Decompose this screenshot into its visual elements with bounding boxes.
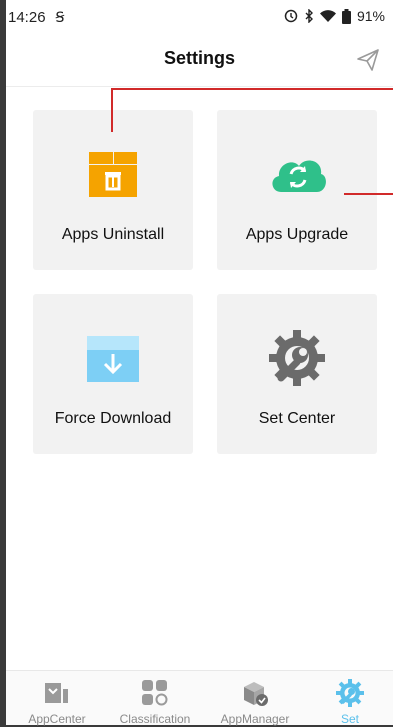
- status-icons: 91%: [284, 8, 385, 24]
- set-center-tile[interactable]: Set Center: [217, 294, 377, 454]
- bluetooth-icon: [305, 9, 313, 23]
- nav-label-classification: Classification: [119, 712, 191, 726]
- send-icon[interactable]: [355, 47, 381, 73]
- page-title: Settings: [163, 48, 235, 68]
- set-gear-wrench-icon: [336, 679, 364, 707]
- annotation-line-right: [344, 193, 393, 195]
- window-frame-left: [0, 0, 6, 727]
- battery-icon: [341, 8, 351, 24]
- nav-item-appcenter[interactable]: AppCenter: [12, 671, 102, 726]
- bottom-nav: AppCenter Classification AppManager Set: [6, 670, 393, 726]
- annotation-line-vertical: [111, 88, 113, 132]
- appcenter-icon: [45, 683, 68, 703]
- annotation-line-top: [111, 88, 393, 90]
- nav-item-set[interactable]: Set: [305, 671, 393, 726]
- wifi-icon: [319, 10, 336, 22]
- app-header: Settings: [6, 34, 393, 87]
- grid-icon: [142, 680, 168, 706]
- nav-item-appmanager[interactable]: AppManager: [210, 671, 300, 726]
- apps-upgrade-label: Apps Upgrade: [245, 226, 349, 243]
- box-check-icon: [244, 682, 268, 706]
- box-trash-icon: [89, 152, 137, 197]
- nav-label-appcenter: AppCenter: [28, 712, 86, 726]
- nav-item-classification[interactable]: Classification: [110, 671, 200, 726]
- alarm-icon: [284, 9, 298, 23]
- box-download-icon: [87, 336, 139, 382]
- cloud-sync-icon: [272, 160, 326, 192]
- sim-icon: Ꞩ: [55, 8, 65, 25]
- status-time: 14:26: [8, 8, 46, 26]
- nav-label-set: Set: [340, 712, 359, 726]
- apps-upgrade-tile[interactable]: Apps Upgrade: [217, 110, 377, 270]
- battery-percent: 91%: [356, 8, 385, 24]
- gear-wrench-icon: [269, 330, 325, 386]
- force-download-tile[interactable]: Force Download: [33, 294, 193, 454]
- apps-uninstall-label: Apps Uninstall: [61, 226, 165, 243]
- apps-uninstall-tile[interactable]: Apps Uninstall: [33, 110, 193, 270]
- force-download-label: Force Download: [54, 410, 172, 427]
- nav-label-appmanager: AppManager: [220, 712, 290, 726]
- set-center-label: Set Center: [258, 410, 336, 427]
- status-bar: 14:26 Ꞩ 91%: [6, 0, 393, 34]
